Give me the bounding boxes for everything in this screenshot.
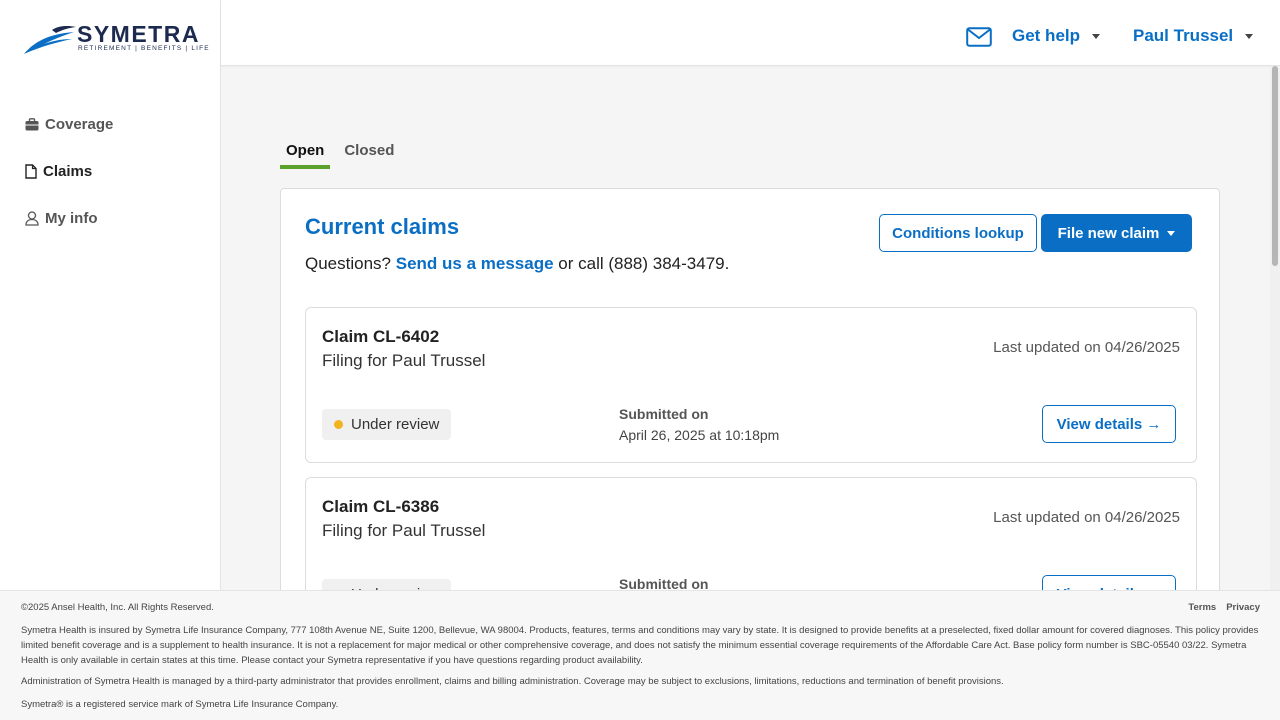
questions-prefix: Questions? <box>305 254 391 273</box>
tab-open[interactable]: Open <box>280 142 331 169</box>
sidebar-item-coverage[interactable]: Coverage <box>25 116 113 133</box>
claim-id: Claim CL-6386 <box>322 497 440 516</box>
current-claims-panel: Current claims Questions? Send us a mess… <box>280 188 1220 633</box>
file-new-claim-button[interactable]: File new claim <box>1041 214 1192 252</box>
scrollbar-thumb[interactable] <box>1272 66 1278 266</box>
sidebar-item-label: My info <box>45 210 98 227</box>
send-message-link[interactable]: Send us a message <box>396 254 554 273</box>
claim-filing: Filing for Paul Trussel <box>322 351 486 370</box>
conditions-lookup-label: Conditions lookup <box>892 224 1024 242</box>
claim-filing: Filing for Paul Trussel <box>322 521 486 540</box>
chevron-down-icon <box>1167 230 1176 236</box>
panel-title: Current claims <box>305 214 460 239</box>
get-help-label: Get help <box>1012 26 1081 45</box>
chevron-down-icon <box>1245 33 1254 39</box>
footer-links: Terms Privacy <box>1188 602 1260 613</box>
submitted-value: April 26, 2025 at 10:18pm <box>619 427 780 443</box>
user-name-label: Paul Trussel <box>1133 26 1234 45</box>
chevron-down-icon <box>1092 33 1101 39</box>
get-help-menu[interactable]: Get help <box>1012 26 1101 46</box>
claim-card: Claim CL-6402 Filing for Paul Trussel La… <box>305 307 1197 463</box>
logo-tagline: RETIREMENT | BENEFITS | LIFE <box>78 45 210 52</box>
tab-closed[interactable]: Closed <box>338 142 400 169</box>
claim-id: Claim CL-6402 <box>322 327 440 346</box>
user-icon <box>25 211 39 226</box>
status-label: Under review <box>351 416 440 433</box>
conditions-lookup-button[interactable]: Conditions lookup <box>879 214 1037 252</box>
status-dot-icon <box>334 420 343 429</box>
claim-last-updated: Last updated on 04/26/2025 <box>993 339 1180 356</box>
top-bar: Get help Paul Trussel <box>221 0 1280 66</box>
logo-wordmark: SYMETRA <box>77 21 200 47</box>
claims-tabs: Open Closed <box>280 142 400 169</box>
sidebar-item-my-info[interactable]: My info <box>25 210 98 227</box>
service-mark-text: Symetra® is a registered service mark of… <box>21 699 339 710</box>
questions-text: Questions? Send us a message or call (88… <box>305 254 729 274</box>
bird-logo-icon <box>24 26 76 54</box>
terms-link[interactable]: Terms <box>1188 602 1216 613</box>
view-details-button[interactable]: View details → <box>1042 405 1176 443</box>
document-icon <box>25 164 37 179</box>
sidebar-item-label: Coverage <box>45 116 114 133</box>
sidebar-item-label: Claims <box>43 163 93 180</box>
file-new-claim-label: File new claim <box>1057 224 1160 242</box>
footer: ©2025 Ansel Health, Inc. All Rights Rese… <box>0 590 1280 720</box>
admin-text: Administration of Symetra Health is mana… <box>21 676 1004 687</box>
view-details-label: View details → <box>1056 415 1162 433</box>
claim-last-updated: Last updated on 04/26/2025 <box>993 509 1180 526</box>
privacy-link[interactable]: Privacy <box>1226 602 1260 613</box>
user-menu[interactable]: Paul Trussel <box>1133 26 1254 46</box>
status-badge: Under review <box>322 409 452 440</box>
submitted-label: Submitted on <box>619 406 709 422</box>
disclaimer-text: Symetra Health is insured by Symetra Lif… <box>21 625 1259 666</box>
call-text: or call (888) 384-3479. <box>558 254 730 273</box>
sidebar-item-claims[interactable]: Claims <box>25 163 92 180</box>
sidebar: SYMETRA RETIREMENT | BENEFITS | LIFE Cov… <box>0 0 221 590</box>
copyright-text: ©2025 Ansel Health, Inc. All Rights Rese… <box>21 602 214 613</box>
briefcase-icon <box>25 118 39 131</box>
symetra-logo[interactable]: SYMETRA RETIREMENT | BENEFITS | LIFE <box>24 21 209 56</box>
mail-icon[interactable] <box>966 27 992 52</box>
